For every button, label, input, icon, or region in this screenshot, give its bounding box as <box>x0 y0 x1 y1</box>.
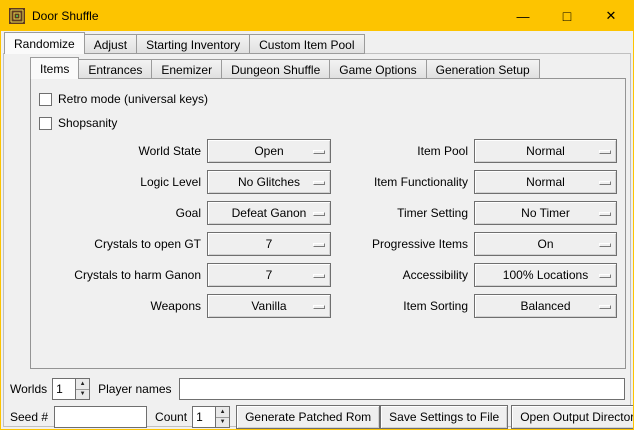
player-names-label: Player names <box>98 382 171 396</box>
seed-row: Seed # Count ▲ ▼ Generate Patched Rom Sa… <box>10 405 625 429</box>
tab-enemizer[interactable]: Enemizer <box>151 59 222 79</box>
progressive-items-label: Progressive Items <box>337 228 468 259</box>
generate-rom-button[interactable]: Generate Patched Rom <box>236 405 380 429</box>
tab-starting-inventory[interactable]: Starting Inventory <box>136 34 250 54</box>
logic-level-dropdown[interactable]: No Glitches <box>207 170 331 194</box>
crystals-open-gt-label: Crystals to open GT <box>31 228 201 259</box>
worlds-input[interactable] <box>52 378 75 400</box>
tab-game-options[interactable]: Game Options <box>329 59 426 79</box>
goal-value: Defeat Ganon <box>232 206 307 220</box>
worlds-row: Worlds ▲ ▼ Player names <box>10 377 625 401</box>
spin-up-icon[interactable]: ▲ <box>76 379 89 390</box>
count-spinner[interactable]: ▲ ▼ <box>192 406 230 428</box>
tab-custom-item-pool[interactable]: Custom Item Pool <box>249 34 364 54</box>
dropdown-indicator-icon <box>599 243 611 247</box>
crystals-harm-ganon-dropdown[interactable]: 7 <box>207 263 331 287</box>
timer-setting-label: Timer Setting <box>337 197 468 228</box>
dropdown-indicator-icon <box>599 150 611 154</box>
dropdown-indicator-icon <box>313 274 325 278</box>
crystals-open-gt-value: 7 <box>266 237 273 251</box>
open-output-directory-button[interactable]: Open Output Directory <box>511 405 634 429</box>
item-sorting-dropdown[interactable]: Balanced <box>474 294 617 318</box>
tab-randomize[interactable]: Randomize <box>4 32 85 54</box>
crystals-harm-ganon-value: 7 <box>266 268 273 282</box>
tab-dungeon-shuffle[interactable]: Dungeon Shuffle <box>221 59 330 79</box>
dropdown-indicator-icon <box>313 150 325 154</box>
checkbox-unchecked-icon <box>39 93 52 106</box>
tab-items[interactable]: Items <box>30 57 79 79</box>
progressive-items-value: On <box>537 237 553 251</box>
world-state-dropdown[interactable]: Open <box>207 139 331 163</box>
spin-down-icon[interactable]: ▼ <box>216 418 229 428</box>
crystals-harm-ganon-label: Crystals to harm Ganon <box>31 259 201 290</box>
retro-mode-checkbox[interactable]: Retro mode (universal keys) <box>39 87 208 111</box>
item-functionality-dropdown[interactable]: Normal <box>474 170 617 194</box>
items-panel: Retro mode (universal keys) Shopsanity W… <box>30 78 626 369</box>
count-spinner-arrows: ▲ ▼ <box>215 406 230 428</box>
seed-input[interactable] <box>54 406 147 428</box>
item-sorting-label: Item Sorting <box>337 290 468 321</box>
weapons-label: Weapons <box>31 290 201 321</box>
shopsanity-checkbox[interactable]: Shopsanity <box>39 111 208 135</box>
randomize-panel: Items Entrances Enemizer Dungeon Shuffle… <box>3 53 631 427</box>
dropdown-indicator-icon <box>313 212 325 216</box>
weapons-dropdown[interactable]: Vanilla <box>207 294 331 318</box>
timer-setting-value: No Timer <box>521 206 570 220</box>
dropdown-indicator-icon <box>599 305 611 309</box>
item-pool-dropdown[interactable]: Normal <box>474 139 617 163</box>
save-settings-button[interactable]: Save Settings to File <box>380 405 508 429</box>
options-grid: World State Open Item Pool Normal Logic … <box>31 135 617 321</box>
item-functionality-label: Item Functionality <box>337 166 468 197</box>
accessibility-dropdown[interactable]: 100% Locations <box>474 263 617 287</box>
app-icon[interactable] <box>9 8 25 24</box>
item-pool-label: Item Pool <box>337 135 468 166</box>
checkbox-unchecked-icon <box>39 117 52 130</box>
accessibility-value: 100% Locations <box>503 268 588 282</box>
titlebar[interactable]: Door Shuffle — □ ✕ <box>1 1 633 31</box>
timer-setting-dropdown[interactable]: No Timer <box>474 201 617 225</box>
dropdown-indicator-icon <box>599 212 611 216</box>
weapons-value: Vanilla <box>251 299 286 313</box>
count-input[interactable] <box>192 406 215 428</box>
tab-generation-setup[interactable]: Generation Setup <box>426 59 540 79</box>
retro-mode-label: Retro mode (universal keys) <box>58 92 208 106</box>
goal-label: Goal <box>31 197 201 228</box>
worlds-spinner-arrows: ▲ ▼ <box>75 378 90 400</box>
door-shuffle-window: Door Shuffle — □ ✕ Randomize Adjust Star… <box>0 0 634 430</box>
maximize-button[interactable]: □ <box>545 1 589 31</box>
primary-tabs: Randomize Adjust Starting Inventory Cust… <box>4 32 365 54</box>
count-label: Count <box>155 410 187 424</box>
item-pool-value: Normal <box>526 144 565 158</box>
tab-adjust[interactable]: Adjust <box>84 34 137 54</box>
dropdown-indicator-icon <box>313 181 325 185</box>
dropdown-indicator-icon <box>313 305 325 309</box>
player-names-input[interactable] <box>179 378 626 400</box>
world-state-value: Open <box>254 144 283 158</box>
dropdown-indicator-icon <box>599 274 611 278</box>
window-controls: — □ ✕ <box>501 1 633 31</box>
logic-level-label: Logic Level <box>31 166 201 197</box>
seed-label: Seed # <box>10 410 48 424</box>
window-title: Door Shuffle <box>32 9 99 23</box>
worlds-label: Worlds <box>10 382 47 396</box>
crystals-open-gt-dropdown[interactable]: 7 <box>207 232 331 256</box>
worlds-spinner[interactable]: ▲ ▼ <box>52 378 90 400</box>
logic-level-value: No Glitches <box>238 175 300 189</box>
item-functionality-value: Normal <box>526 175 565 189</box>
accessibility-label: Accessibility <box>337 259 468 290</box>
checkbox-group: Retro mode (universal keys) Shopsanity <box>39 87 208 135</box>
dropdown-indicator-icon <box>313 243 325 247</box>
tab-entrances[interactable]: Entrances <box>78 59 152 79</box>
progressive-items-dropdown[interactable]: On <box>474 232 617 256</box>
item-sorting-value: Balanced <box>520 299 570 313</box>
goal-dropdown[interactable]: Defeat Ganon <box>207 201 331 225</box>
dropdown-indicator-icon <box>599 181 611 185</box>
spin-up-icon[interactable]: ▲ <box>216 407 229 418</box>
spin-down-icon[interactable]: ▼ <box>76 390 89 400</box>
shopsanity-label: Shopsanity <box>58 116 117 130</box>
minimize-button[interactable]: — <box>501 1 545 31</box>
world-state-label: World State <box>31 135 201 166</box>
close-button[interactable]: ✕ <box>589 1 633 31</box>
secondary-tabs: Items Entrances Enemizer Dungeon Shuffle… <box>30 57 540 79</box>
